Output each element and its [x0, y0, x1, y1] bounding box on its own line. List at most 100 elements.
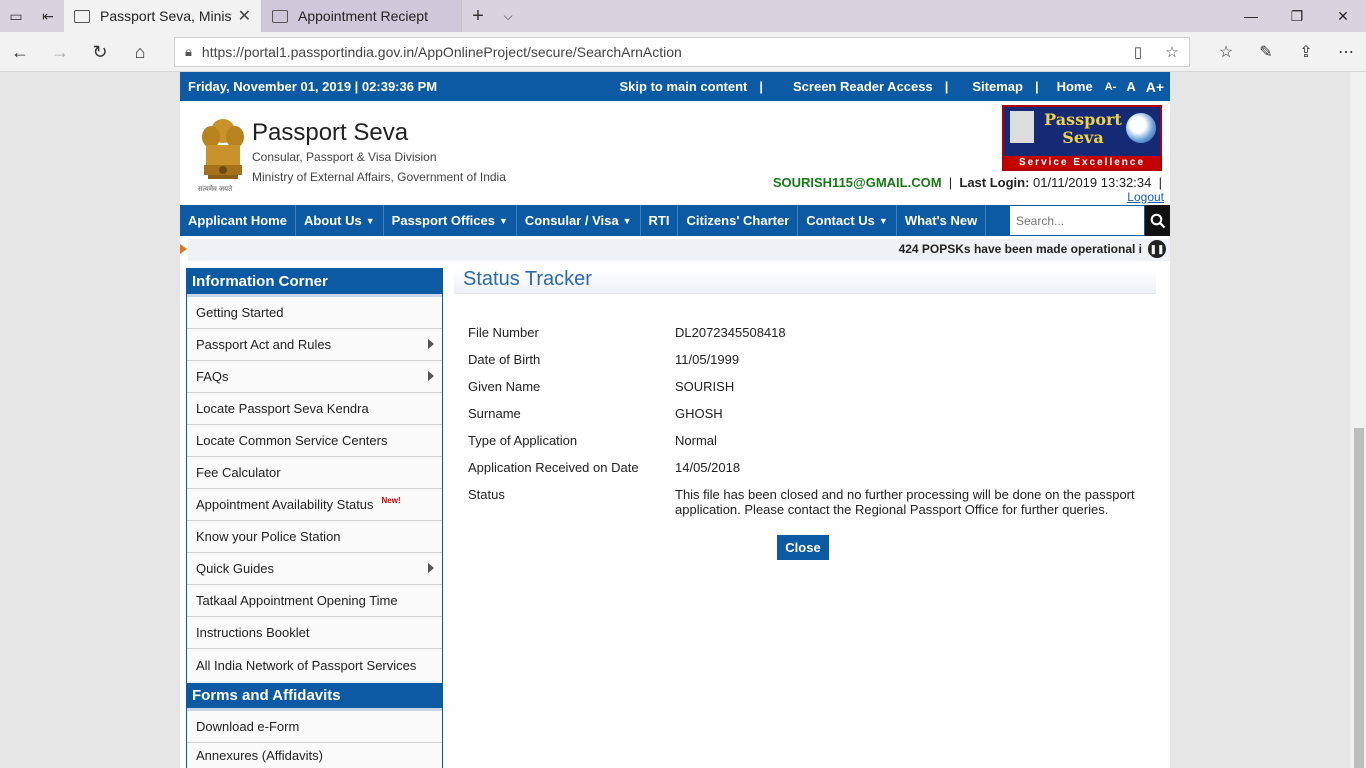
window-controls: — ❐ ✕: [1228, 0, 1366, 32]
caret-down-icon: ▼: [878, 215, 888, 226]
status-details: File Number DL2072345508418 Date of Birt…: [468, 325, 1148, 529]
sidebar-item-faqs[interactable]: FAQs: [187, 361, 442, 393]
ticker-arrow-icon: [180, 244, 187, 254]
sidebar-item-download-eform[interactable]: Download e-Form: [187, 711, 442, 743]
font-normal-button[interactable]: A: [1126, 79, 1135, 94]
nav-label: RTI: [648, 213, 670, 228]
tab-title: Passport Seva, Ministry: [100, 8, 232, 24]
nav-applicant-home[interactable]: Applicant Home: [180, 205, 296, 236]
sidebar-item-instructions-booklet[interactable]: Instructions Booklet: [187, 617, 442, 649]
sidebar-item-tatkaal-time[interactable]: Tatkaal Appointment Opening Time: [187, 585, 442, 617]
caret-down-icon: ▼: [622, 215, 632, 226]
detail-label: Given Name: [468, 379, 541, 394]
nav-about-us[interactable]: About Us ▼: [296, 205, 384, 236]
nav-passport-offices[interactable]: Passport Offices ▼: [384, 205, 517, 236]
forward-icon[interactable]: →: [40, 32, 80, 72]
sidebar-item-fee-calculator[interactable]: Fee Calculator: [187, 457, 442, 489]
more-icon[interactable]: ⋯: [1326, 32, 1366, 72]
scrollbar-thumb[interactable]: [1354, 428, 1364, 768]
last-login-value: 01/11/2019 13:32:34: [1033, 175, 1152, 190]
detail-label: Type of Application: [468, 433, 578, 448]
detail-value: Normal: [675, 433, 717, 448]
logo-text: Passport Seva: [1038, 111, 1128, 147]
sidebar-item-appointment-availability[interactable]: Appointment Availability Status New!: [187, 489, 442, 521]
new-tab-button[interactable]: +: [462, 0, 494, 32]
nav-contact-us[interactable]: Contact Us ▼: [798, 205, 897, 236]
sidebar-item-label: Download e-Form: [196, 719, 300, 734]
home-link[interactable]: Home: [1057, 79, 1093, 94]
close-window-icon[interactable]: ✕: [1320, 0, 1366, 32]
sidebar-heading-forms-affidavits: Forms and Affidavits: [187, 683, 442, 711]
screen-reader-link[interactable]: Screen Reader Access: [793, 79, 933, 94]
tabs-aside-icon[interactable]: ⇤: [32, 0, 64, 32]
browser-tab-bar: ▭ ⇤ Passport Seva, Ministry ✕ Appointmen…: [0, 0, 1366, 32]
chevron-right-icon: [428, 371, 434, 381]
sidebar-item-passport-act[interactable]: Passport Act and Rules: [187, 329, 442, 361]
refresh-icon[interactable]: ↻: [80, 32, 120, 72]
font-decrease-button[interactable]: A-: [1105, 81, 1117, 93]
detail-value: GHOSH: [675, 406, 723, 421]
nav-rti[interactable]: RTI: [641, 205, 679, 236]
detail-row-application-type: Type of Application Normal: [468, 433, 1148, 448]
sitemap-link[interactable]: Sitemap: [972, 79, 1023, 94]
url-bar[interactable]: 🔒︎ https://portal1.passportindia.gov.in/…: [174, 37, 1190, 67]
share-icon[interactable]: ⇪: [1286, 32, 1326, 72]
favorite-star-icon[interactable]: ☆: [1155, 43, 1189, 61]
detail-value: 14/05/2018: [675, 460, 741, 475]
logout-link[interactable]: Logout: [1127, 190, 1164, 204]
site-subtitle-ministry: Ministry of External Affairs, Government…: [252, 170, 506, 184]
sidebar-item-locate-psk[interactable]: Locate Passport Seva Kendra: [187, 393, 442, 425]
site-title: Passport Seva: [252, 119, 409, 146]
detail-row-received-date: Application Received on Date 14/05/2018: [468, 460, 1148, 475]
emblem-caption: सत्यमेव जयते: [198, 186, 233, 193]
tab-list-chevron-icon[interactable]: ⌵: [494, 0, 522, 32]
minimize-icon[interactable]: —: [1228, 0, 1274, 32]
restore-icon[interactable]: ❐: [1274, 0, 1320, 32]
separator: |: [944, 79, 949, 94]
close-tab-icon[interactable]: ✕: [238, 6, 251, 26]
user-info: SOURISH115@GMAIL.COM | Last Login: 01/11…: [773, 175, 1162, 190]
close-button[interactable]: Close: [777, 535, 829, 560]
url-text[interactable]: https://portal1.passportindia.gov.in/App…: [202, 44, 1121, 60]
chevron-right-icon: [428, 339, 434, 349]
status-message: This file has been closed and no further…: [675, 487, 1135, 517]
user-email: SOURISH115@GMAIL.COM: [772, 175, 942, 190]
detail-value: 11/05/1999: [675, 352, 740, 367]
logo-line-2: Seva: [1062, 128, 1104, 147]
tab-actions-icon[interactable]: ▭: [0, 0, 32, 32]
sidebar-item-locate-csc[interactable]: Locate Common Service Centers: [187, 425, 442, 457]
sidebar-item-all-india-network[interactable]: All India Network of Passport Services: [187, 649, 442, 681]
separator: |: [1034, 79, 1039, 94]
sidebar-item-annexures[interactable]: Annexures (Affidavits): [187, 743, 442, 768]
search-button[interactable]: [1145, 205, 1170, 236]
sidebar-item-label: Locate Common Service Centers: [196, 433, 388, 448]
ticker-text[interactable]: 424 POPSKs have been made operational i: [899, 242, 1142, 256]
detail-label: Application Received on Date: [468, 460, 639, 475]
new-badge: New!: [381, 496, 401, 505]
pen-icon[interactable]: ✎: [1246, 32, 1286, 72]
skip-to-content-link[interactable]: Skip to main content: [620, 79, 748, 94]
nav-whats-new[interactable]: What's New: [897, 205, 987, 236]
favorites-icon[interactable]: ☆: [1206, 32, 1246, 72]
detail-row-file-number: File Number DL2072345508418: [468, 325, 1148, 340]
detail-label: File Number: [468, 325, 539, 340]
sidebar-item-quick-guides[interactable]: Quick Guides: [187, 553, 442, 585]
reading-view-icon[interactable]: ▯: [1121, 43, 1155, 61]
detail-row-surname: Surname GHOSH: [468, 406, 1148, 421]
font-increase-button[interactable]: A+: [1146, 79, 1164, 95]
browser-tab-passport-seva[interactable]: Passport Seva, Ministry ✕: [64, 0, 262, 32]
browser-tab-appointment[interactable]: Appointment Reciept: [262, 0, 462, 32]
home-icon[interactable]: ⌂: [120, 32, 160, 72]
page-icon: [272, 9, 288, 23]
nav-consular-visa[interactable]: Consular / Visa ▼: [517, 205, 641, 236]
sidebar-item-getting-started[interactable]: Getting Started: [187, 297, 442, 329]
search-input[interactable]: [1009, 205, 1145, 236]
tab-title: Appointment Reciept: [298, 8, 428, 24]
back-icon[interactable]: ←: [0, 32, 40, 72]
logo-line-1: Passport: [1044, 110, 1122, 129]
nav-citizens-charter[interactable]: Citizens' Charter: [678, 205, 799, 236]
pause-icon[interactable]: ❚❚: [1148, 240, 1166, 258]
detail-label: Date of Birth: [468, 352, 541, 367]
page-scrollbar[interactable]: [1350, 72, 1366, 768]
sidebar-item-police-station[interactable]: Know your Police Station: [187, 521, 442, 553]
